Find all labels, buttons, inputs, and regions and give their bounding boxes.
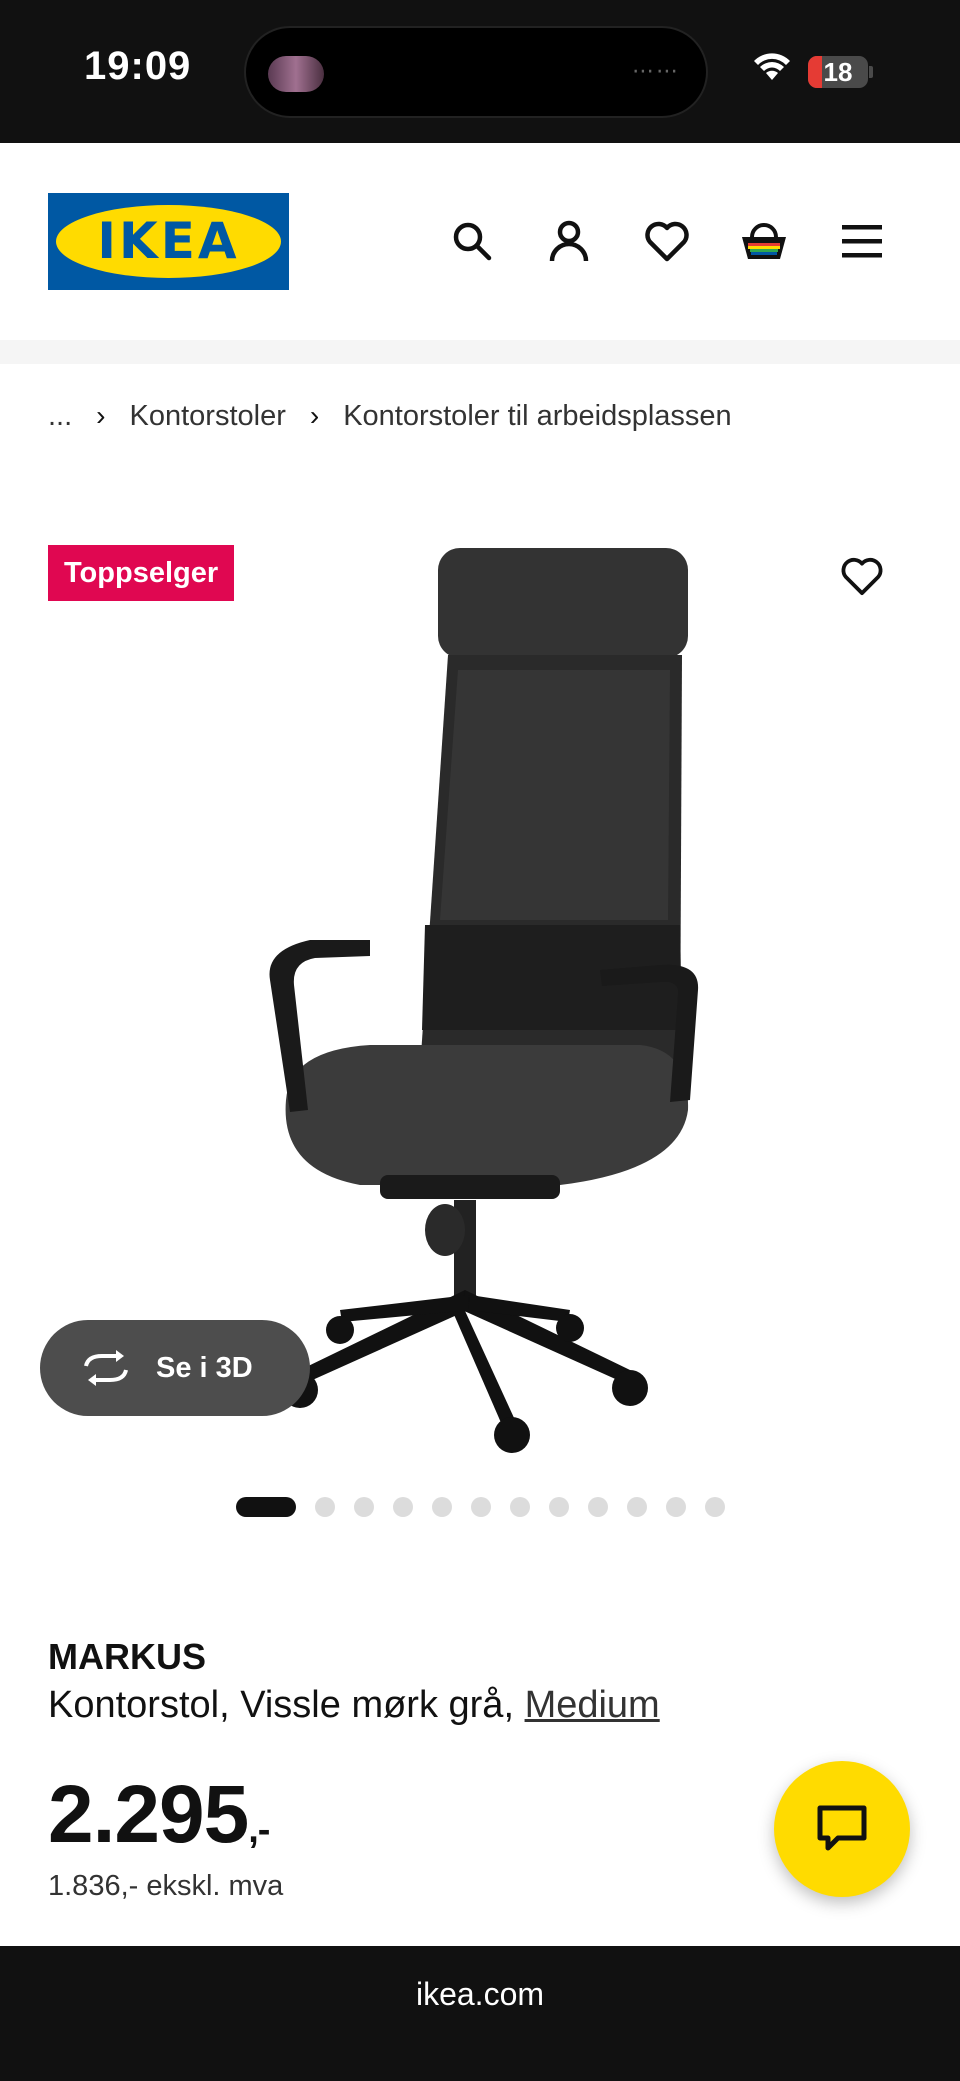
pagination-dot[interactable] [509,1497,530,1517]
bestseller-badge: Toppselger [48,545,235,601]
pagination-dot[interactable] [353,1497,374,1517]
price-excl-vat: 1.836,- ekskl. mva [48,1870,284,1902]
logo-text: IKEA [97,212,240,270]
add-to-favorites-button[interactable] [826,540,898,612]
url-text[interactable]: ikea.com [0,1976,960,2013]
product-name: MARKUS [48,1636,206,1677]
pagination-dot[interactable] [431,1497,452,1517]
breadcrumb-ellipsis[interactable]: ... [48,400,72,433]
price-suffix: ,- [248,1809,270,1851]
product-description: Kontorstol, Vissle mørk grå, Medium [48,1684,660,1727]
site-header: IKEA [0,143,960,340]
header-divider [0,340,960,364]
breadcrumb-item-kontorstoler[interactable]: Kontorstoler [130,400,286,433]
browser-url-bar[interactable]: ikea.com [0,1946,960,2081]
ikea-logo[interactable]: IKEA [48,193,289,290]
size-link[interactable]: Medium [525,1684,660,1726]
cart-icon[interactable] [736,213,792,269]
chevron-right-icon: › [309,400,320,431]
wifi-icon [754,53,790,80]
search-icon[interactable] [444,213,500,269]
pagination-dot[interactable] [587,1497,608,1517]
product-type: Kontorstol, Vissle mørk grå, [48,1684,525,1726]
battery-indicator: 18 [808,56,868,88]
product-price: 2.295,- [48,1768,270,1862]
status-time: 19:09 [84,44,192,88]
audio-wave-icon: ⋯⋯ [632,58,680,83]
dynamic-island: ⋯⋯ [244,26,708,118]
product-image[interactable] [230,510,710,1470]
pagination-dot[interactable] [314,1497,335,1517]
chat-button[interactable] [774,1761,910,1897]
pagination-dot[interactable] [470,1497,491,1517]
price-main: 2.295 [48,1769,249,1860]
pagination-dot[interactable] [392,1497,413,1517]
breadcrumb: ... › Kontorstoler › Kontorstoler til ar… [48,396,732,436]
rotate-3d-icon [84,1350,128,1386]
pagination-dot[interactable] [548,1497,569,1517]
product-gallery[interactable]: Toppselger Se i 3D [0,480,960,1460]
battery-level: 18 [823,57,853,87]
chevron-right-icon: › [96,400,106,431]
menu-icon[interactable] [834,213,890,269]
pagination-dot[interactable] [665,1497,686,1517]
heart-icon [841,557,883,596]
view-in-3d-label: Se i 3D [156,1351,253,1384]
status-bar: 19:09 ⋯⋯ 18 [0,0,960,143]
breadcrumb-item-arbeidsplassen[interactable]: Kontorstoler til arbeidsplassen [343,400,731,433]
pagination-dot[interactable] [626,1497,647,1517]
pagination-dot[interactable] [704,1497,725,1517]
gallery-pagination [0,1497,960,1517]
now-playing-artwork [268,56,324,92]
pagination-dot-active[interactable] [235,1497,296,1517]
view-in-3d-button[interactable]: Se i 3D [40,1320,310,1416]
profile-icon[interactable] [541,213,597,269]
chat-icon [817,1805,867,1851]
wishlist-heart-icon[interactable] [639,213,695,269]
